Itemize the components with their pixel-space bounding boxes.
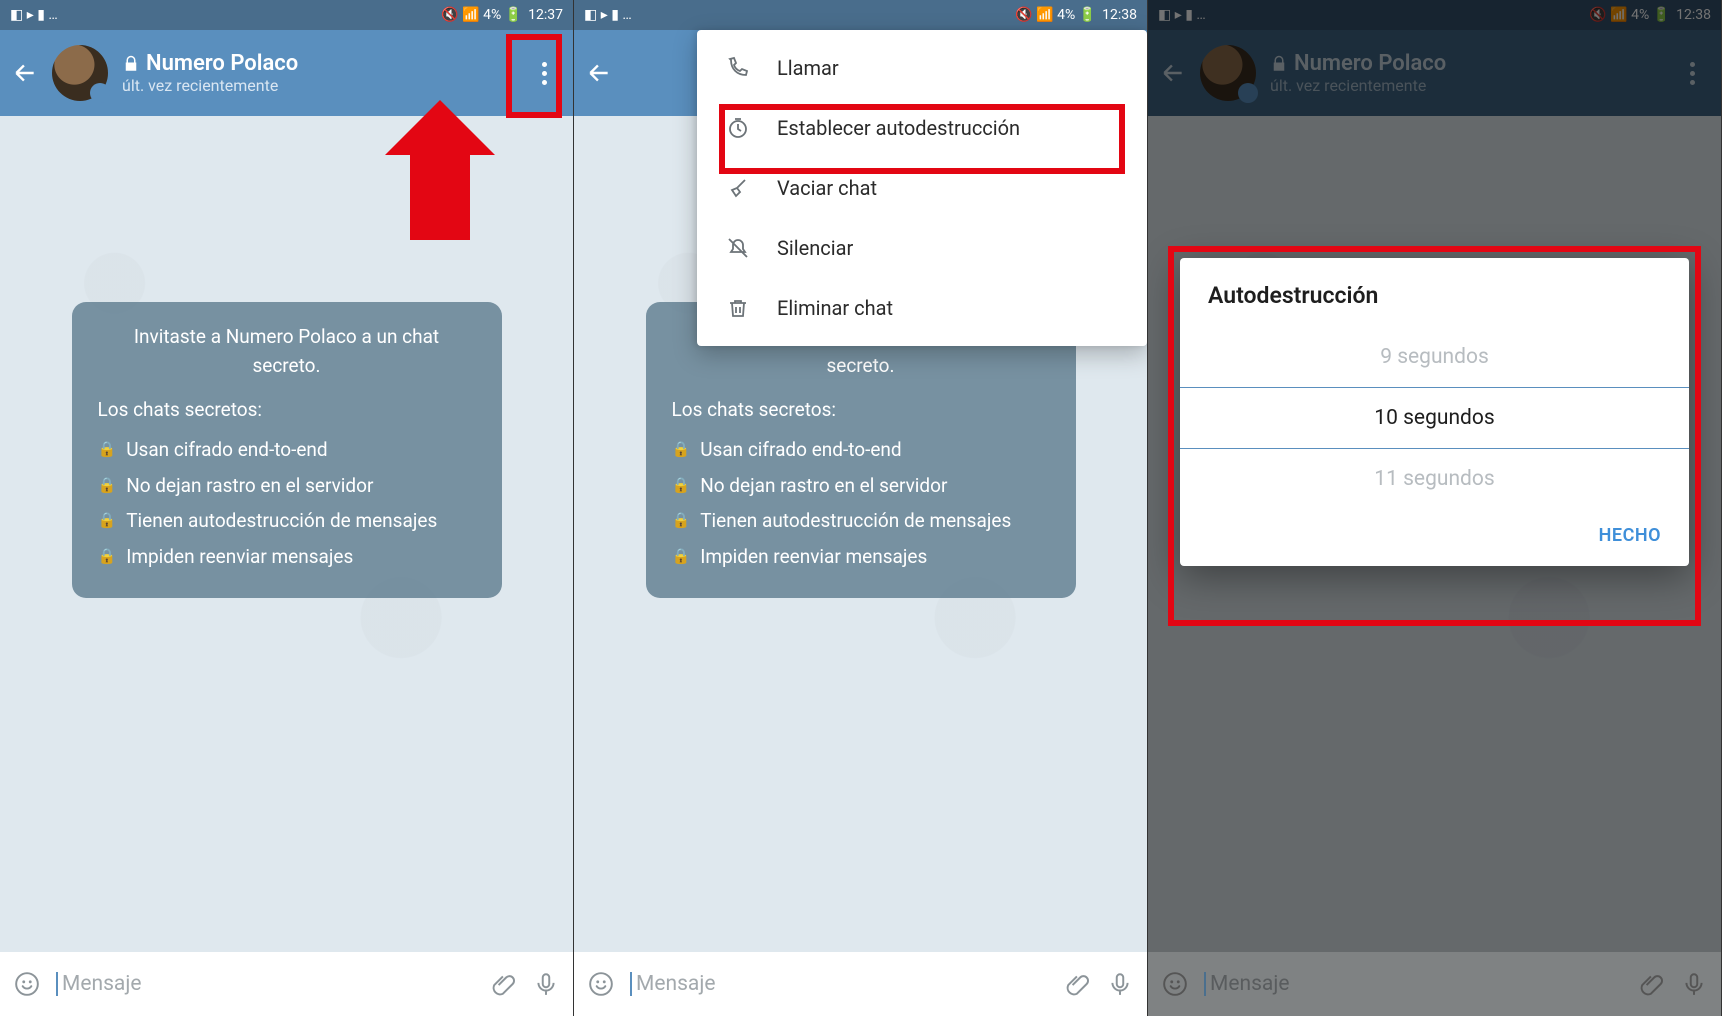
- mute-icon: [725, 236, 751, 260]
- status-right: 🔇 📶 4% 🔋 12:38: [1015, 7, 1137, 23]
- status-left-icons: ◧ ▸ ▮ …: [10, 7, 58, 23]
- menu-label: Eliminar chat: [777, 296, 893, 320]
- screenshot-2: ◧ ▸ ▮ … 🔇 📶 4% 🔋 12:38 Invitaste a Numer…: [574, 0, 1148, 1016]
- mic-icon[interactable]: [1107, 971, 1133, 997]
- highlight-arrow-icon: [410, 150, 470, 240]
- arrow-left-icon: [586, 60, 612, 86]
- status-signal-icons: 🔇 📶 4% 🔋: [441, 7, 522, 23]
- trash-icon: [725, 296, 751, 320]
- info-bullet: Impiden reenviar mensajes: [700, 542, 927, 571]
- lock-icon: 🔒: [98, 545, 117, 571]
- info-bullet: Tienen autodestrucción de mensajes: [700, 506, 1011, 535]
- phone-icon: [725, 56, 751, 80]
- clock-badge-icon: [92, 85, 108, 101]
- info-bullet: Usan cifrado end-to-end: [700, 435, 901, 464]
- lock-icon: [122, 55, 140, 73]
- overflow-menu: Llamar Establecer autodestrucción Vaciar…: [697, 30, 1147, 346]
- emoji-icon[interactable]: [1162, 971, 1188, 997]
- message-input[interactable]: Mensaje: [56, 972, 475, 996]
- avatar[interactable]: [52, 45, 108, 101]
- mic-icon[interactable]: [533, 971, 559, 997]
- status-bar: ◧ ▸ ▮ … 🔇 📶 4% 🔋 12:38: [574, 0, 1147, 30]
- status-left-icons: ◧ ▸ ▮ …: [584, 7, 632, 23]
- info-bullet: No dejan rastro en el servidor: [700, 471, 947, 500]
- status-time: 12:37: [528, 7, 563, 23]
- chat-title-block[interactable]: Numero Polaco últ. vez recientemente: [122, 51, 514, 95]
- status-right: 🔇 📶 4% 🔋 12:37: [441, 7, 563, 23]
- message-input-bar: Mensaje: [574, 952, 1147, 1016]
- attach-icon[interactable]: [1639, 971, 1665, 997]
- menu-label: Silenciar: [777, 236, 853, 260]
- info-bullet: Usan cifrado end-to-end: [126, 435, 327, 464]
- info-heading: Los chats secretos:: [98, 395, 476, 424]
- lock-icon: 🔒: [98, 438, 117, 464]
- highlight-dialog: [1168, 246, 1701, 626]
- broom-icon: [725, 176, 751, 200]
- message-input[interactable]: Mensaje: [1204, 972, 1623, 996]
- menu-mute[interactable]: Silenciar: [697, 218, 1147, 278]
- screenshot-3: ◧ ▸ ▮ … 🔇 📶 4% 🔋 12:38 Numero Polaco últ…: [1148, 0, 1722, 1016]
- lock-icon: 🔒: [98, 474, 117, 500]
- message-input-bar: Mensaje: [1148, 952, 1721, 1016]
- highlight-more-button: [506, 34, 562, 118]
- emoji-icon[interactable]: [588, 971, 614, 997]
- chat-subtitle: últ. vez recientemente: [122, 76, 514, 95]
- screenshot-1: ◧ ▸ ▮ … 🔇 📶 4% 🔋 12:37 Numero Polaco últ…: [0, 0, 574, 1016]
- menu-call[interactable]: Llamar: [697, 38, 1147, 98]
- info-intro: Invitaste a Numero Polaco a un chat secr…: [98, 322, 476, 381]
- info-bullet: Impiden reenviar mensajes: [126, 542, 353, 571]
- arrow-left-icon: [12, 60, 38, 86]
- menu-label: Llamar: [777, 56, 839, 80]
- secret-chat-info: Invitaste a Numero Polaco a un chat secr…: [72, 302, 502, 598]
- status-signal-icons: 🔇 📶 4% 🔋: [1015, 7, 1096, 23]
- status-time: 12:38: [1102, 7, 1137, 23]
- back-button[interactable]: [586, 60, 612, 86]
- info-bullet: No dejan rastro en el servidor: [126, 471, 373, 500]
- lock-icon: 🔒: [98, 509, 117, 535]
- mic-icon[interactable]: [1681, 971, 1707, 997]
- emoji-icon[interactable]: [14, 971, 40, 997]
- menu-delete-chat[interactable]: Eliminar chat: [697, 278, 1147, 338]
- attach-icon[interactable]: [491, 971, 517, 997]
- message-input[interactable]: Mensaje: [630, 972, 1049, 996]
- info-bullet: Tienen autodestrucción de mensajes: [126, 506, 437, 535]
- attach-icon[interactable]: [1065, 971, 1091, 997]
- status-bar: ◧ ▸ ▮ … 🔇 📶 4% 🔋 12:37: [0, 0, 573, 30]
- info-heading: Los chats secretos:: [672, 395, 1050, 424]
- lock-icon: 🔒: [672, 545, 691, 571]
- menu-label: Vaciar chat: [777, 176, 877, 200]
- highlight-self-destruct: [719, 104, 1125, 174]
- chat-title: Numero Polaco: [146, 51, 298, 76]
- message-input-bar: Mensaje: [0, 952, 573, 1016]
- lock-icon: 🔒: [672, 509, 691, 535]
- secret-chat-info: Invitaste a Numero Polaco a un chat secr…: [646, 302, 1076, 598]
- back-button[interactable]: [12, 60, 38, 86]
- lock-icon: 🔒: [672, 474, 691, 500]
- lock-icon: 🔒: [672, 438, 691, 464]
